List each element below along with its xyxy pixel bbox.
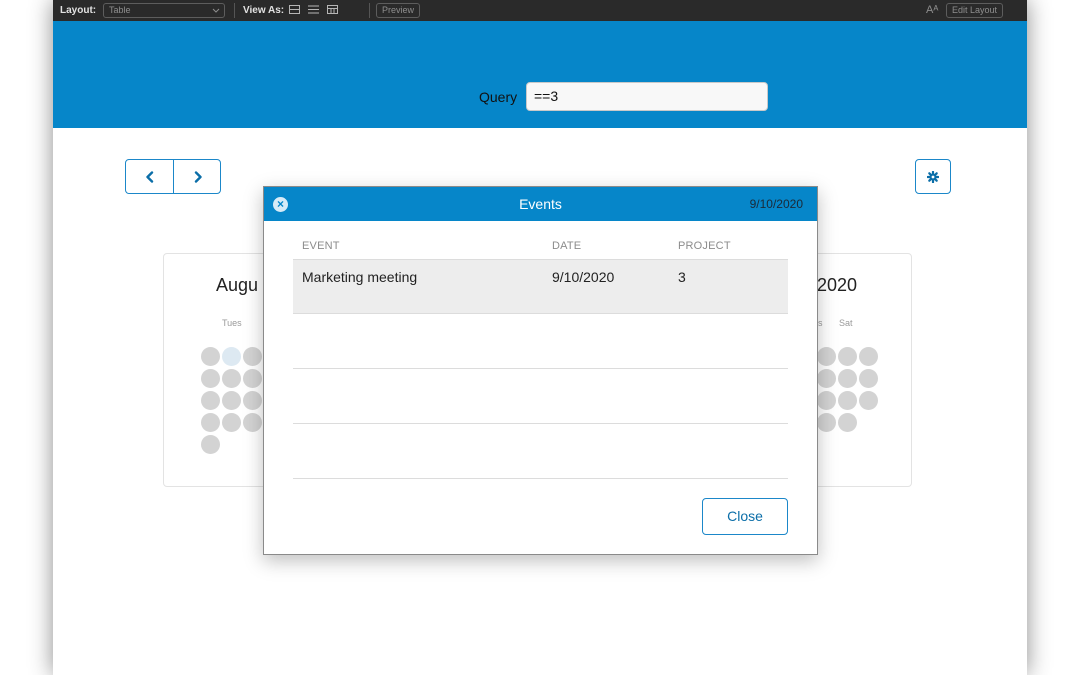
query-input[interactable]: ==3	[526, 82, 768, 111]
previous-month-button[interactable]	[126, 160, 173, 193]
gear-icon	[927, 170, 939, 183]
calendar-day[interactable]	[817, 369, 836, 388]
column-header-project[interactable]: PROJECT	[678, 240, 731, 252]
table-row[interactable]: Marketing meeting 9/10/2020 3	[293, 259, 788, 314]
layout-toolbar: Layout: Table View As: Preview Aᴬ Edit L…	[53, 0, 1027, 21]
cell-date: 9/10/2020	[552, 269, 615, 285]
calendar-day[interactable]	[222, 347, 241, 366]
calendar-day[interactable]	[243, 347, 262, 366]
cell-event: Marketing meeting	[302, 269, 418, 285]
layout-select[interactable]: Table	[103, 3, 225, 18]
month-title-left: Augu	[216, 275, 259, 295]
calendar-day[interactable]	[222, 413, 241, 432]
calendar-day[interactable]	[201, 347, 220, 366]
day-header-tues: Tues	[222, 318, 242, 328]
dropdown-chevron-icon	[212, 8, 220, 13]
calendar-settings-button[interactable]	[915, 159, 951, 194]
table-row-empty	[293, 369, 788, 424]
calendar-day[interactable]	[817, 413, 836, 432]
calendar-day[interactable]	[817, 347, 836, 366]
calendar-day[interactable]	[243, 369, 262, 388]
calendar-day[interactable]	[201, 435, 220, 454]
calendar-day[interactable]	[838, 369, 857, 388]
layout-select-value: Table	[109, 5, 131, 15]
close-button[interactable]: Close	[702, 498, 788, 535]
calendar-day[interactable]	[838, 347, 857, 366]
dialog-date: 9/10/2020	[749, 197, 803, 211]
query-banner: Query ==3	[53, 21, 1027, 128]
calendar-day[interactable]	[201, 413, 220, 432]
calendar-day[interactable]	[243, 413, 262, 432]
calendar-day[interactable]	[201, 391, 220, 410]
calendar-day[interactable]	[859, 391, 878, 410]
day-header-sat: Sat	[839, 318, 853, 328]
view-as-label: View As:	[243, 5, 285, 16]
toolbar-separator	[234, 3, 235, 18]
next-month-button[interactable]	[174, 160, 221, 193]
column-header-event[interactable]: EVENT	[302, 240, 340, 252]
column-header-date[interactable]: DATE	[552, 240, 581, 252]
table-view-icon[interactable]	[327, 5, 338, 14]
app-window: Layout: Table View As: Preview Aᴬ Edit L…	[53, 0, 1027, 675]
toolbar-separator	[369, 3, 370, 18]
table-row-empty	[293, 314, 788, 369]
events-dialog: Events × 9/10/2020 EVENT DATE PROJECT Ma…	[263, 186, 818, 555]
chevron-right-icon	[194, 170, 202, 183]
list-view-icon[interactable]	[308, 5, 319, 14]
edit-layout-button[interactable]: Edit Layout	[946, 3, 1004, 18]
chevron-left-icon	[145, 170, 153, 183]
day-header-fri: s	[818, 318, 823, 328]
calendar-day[interactable]	[859, 369, 878, 388]
calendar-day[interactable]	[201, 369, 220, 388]
table-row-empty	[293, 424, 788, 479]
calendar-day[interactable]	[859, 347, 878, 366]
layout-label: Layout:	[60, 5, 97, 16]
calendar-day[interactable]	[838, 413, 857, 432]
calendar-day[interactable]	[838, 391, 857, 410]
month-title-right: 2020	[817, 275, 858, 295]
form-view-icon[interactable]	[289, 5, 300, 14]
font-size-icon[interactable]: Aᴬ	[926, 0, 938, 21]
cell-project: 3	[678, 269, 686, 285]
dialog-title: Events	[519, 196, 562, 212]
preview-button[interactable]: Preview	[376, 3, 421, 18]
calendar-day[interactable]	[222, 369, 241, 388]
calendar-day[interactable]	[817, 391, 836, 410]
calendar-day[interactable]	[222, 391, 241, 410]
calendar-day[interactable]	[243, 391, 262, 410]
month-nav-group	[125, 159, 221, 194]
query-label: Query	[479, 89, 518, 105]
close-circle-icon[interactable]: ×	[273, 197, 288, 212]
dialog-header: Events × 9/10/2020	[264, 187, 817, 221]
